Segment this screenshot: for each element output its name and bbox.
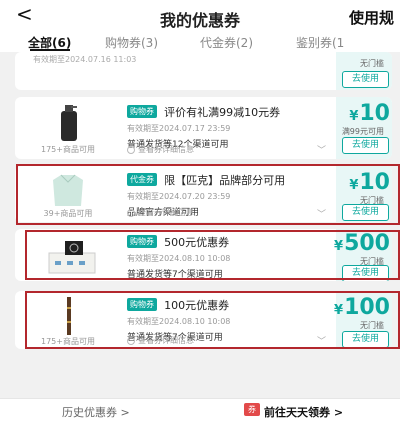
coupon-condition: 无门槛 [360, 59, 384, 68]
active-tab-indicator [30, 49, 70, 51]
product-range: 175+商品可用 [41, 145, 95, 154]
highlight-box [25, 291, 400, 349]
page-title: 我的优惠券 [159, 11, 240, 30]
coupon-valid-date: 有效期至2024.07.17 23:59 [127, 124, 231, 133]
coupon-card-partial: 有效期至2024.07.16 11:03 无门槛 去使用 [15, 52, 392, 90]
coupon-card: 175+商品可用 购物券 评价有礼满99减10元券 有效期至2024.07.17… [15, 97, 392, 159]
top-bar: < 我的优惠券 使用规 [0, 0, 400, 30]
tab-shopping[interactable]: 购物券(3) [105, 34, 158, 51]
coupon-detail-link[interactable]: 查看券详细信息 [127, 144, 194, 155]
get-coupons-link[interactable]: 前往天天领券 > [264, 404, 343, 420]
coupon-icon: 券 [244, 403, 260, 416]
product-image [27, 103, 109, 143]
tab-authentication[interactable]: 鉴别券(1 [296, 34, 344, 51]
use-coupon-button[interactable]: 去使用 [342, 137, 389, 154]
coupon-type-tag: 购物券 [127, 105, 157, 118]
circle-icon [127, 145, 135, 154]
coupon-tabs: 全部(6) 购物券(3) 代金券(2) 鉴别券(1 [0, 30, 400, 52]
coupon-title: 评价有礼满99减10元券 [164, 105, 281, 119]
highlight-box [16, 164, 400, 225]
usage-rules-link[interactable]: 使用规 [349, 7, 394, 28]
use-coupon-button[interactable]: 去使用 [342, 71, 389, 88]
tab-voucher[interactable]: 代金券(2) [200, 34, 253, 51]
coupon-amount: ¥10 [349, 101, 390, 126]
bottom-bar: 历史优惠券 > 券 前往天天领券 > [0, 398, 400, 422]
chevron-down-icon[interactable]: ﹀ [317, 143, 326, 156]
history-coupons-link[interactable]: 历史优惠券 > [62, 404, 130, 420]
highlight-box [25, 230, 400, 280]
coupon-condition: 满99元可用 [341, 127, 384, 136]
coupon-valid-date: 有效期至2024.07.16 11:03 [33, 55, 137, 64]
